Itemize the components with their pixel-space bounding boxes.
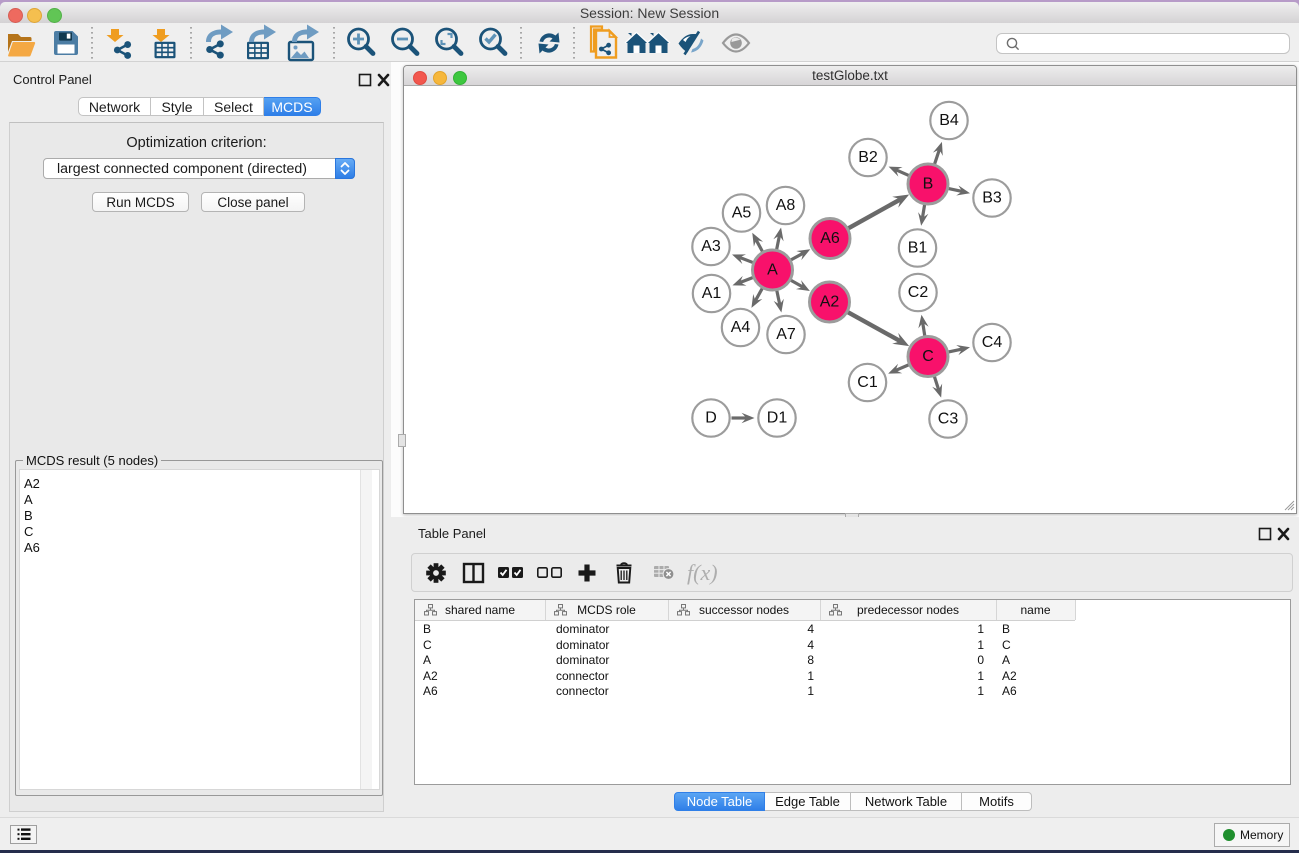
svg-text:A7: A7 — [776, 326, 796, 343]
svg-text:A3: A3 — [701, 238, 721, 255]
svg-text:C4: C4 — [982, 334, 1003, 351]
svg-text:B3: B3 — [982, 190, 1002, 207]
svg-text:B: B — [923, 176, 934, 193]
svg-text:A5: A5 — [732, 205, 752, 222]
svg-text:C3: C3 — [938, 411, 959, 428]
svg-text:B1: B1 — [908, 240, 928, 257]
svg-text:B2: B2 — [858, 149, 878, 166]
svg-text:C: C — [922, 348, 934, 365]
svg-text:A8: A8 — [776, 197, 796, 214]
svg-text:A2: A2 — [820, 294, 840, 311]
svg-text:A: A — [767, 262, 778, 279]
svg-text:D: D — [705, 410, 717, 427]
svg-text:A4: A4 — [731, 319, 751, 336]
svg-text:f(x): f(x) — [687, 560, 718, 585]
svg-text:A6: A6 — [820, 230, 840, 247]
svg-text:C1: C1 — [857, 374, 878, 391]
svg-text:B4: B4 — [939, 112, 959, 129]
svg-text:D1: D1 — [767, 410, 788, 427]
svg-text:A1: A1 — [702, 285, 722, 302]
svg-text:C2: C2 — [908, 284, 929, 301]
